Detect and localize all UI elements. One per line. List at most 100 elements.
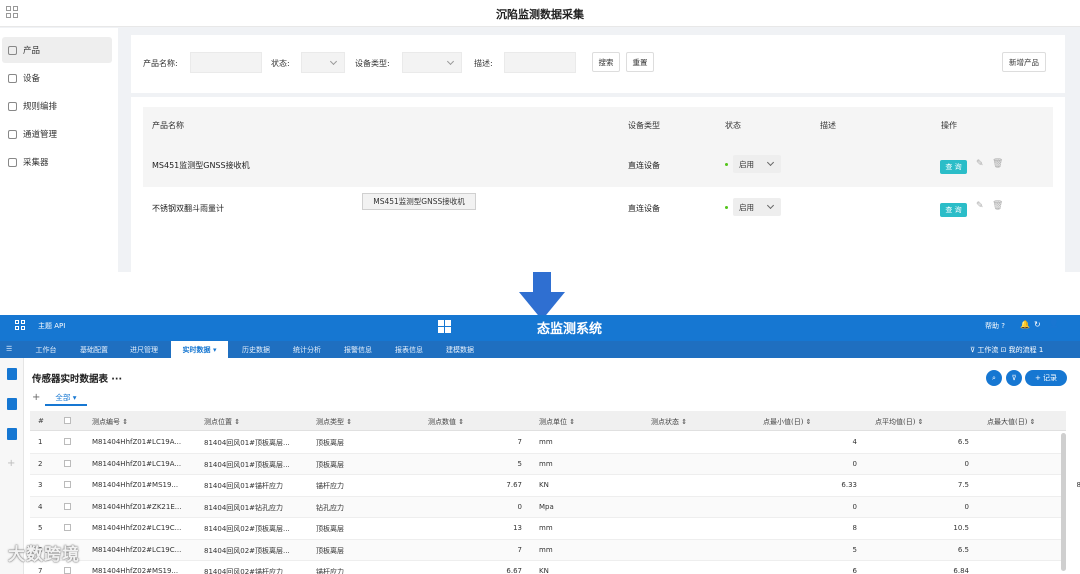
min-cell: 8	[852, 524, 857, 532]
menu-icon[interactable]: ☰	[6, 345, 12, 353]
edit-icon[interactable]: ✎	[976, 159, 984, 169]
query-button[interactable]: 查 询	[940, 160, 967, 174]
row-checkbox[interactable]	[64, 524, 71, 531]
plus-icon[interactable]: +	[7, 458, 15, 469]
unit-cell: mm	[539, 459, 553, 468]
table-row[interactable]: 4 M81404HhfZ01#ZK21E... 81404回风01#钻孔应力 钻孔应力…	[30, 496, 1066, 518]
app-grid-icon[interactable]	[15, 320, 25, 330]
avg-cell: 6.5	[957, 438, 969, 446]
status-select[interactable]	[301, 52, 345, 73]
table-row[interactable]: 7 M81404HhfZ02#MS19... 81404回风02#锚杆应力 锚杆应力 6…	[30, 561, 1066, 574]
row-checkbox[interactable]	[64, 481, 71, 488]
sidebar-item-device[interactable]: 设备	[2, 65, 112, 91]
tab-progress[interactable]: 进尺管理	[122, 341, 166, 358]
workflow-links[interactable]: ⊽ 工作流 ⊡ 我的流程 1	[970, 345, 1043, 355]
status-dropdown[interactable]: 启用	[733, 198, 781, 216]
code-cell: M81404HhfZ02#LC19C...	[92, 524, 182, 532]
header-min[interactable]: 点最小值(日) ⇕	[763, 417, 812, 427]
query-button[interactable]: 查 询	[940, 203, 967, 217]
tab-all[interactable]: 全部 ▾	[45, 392, 87, 406]
code-cell: M81404HhfZ01#LC19A...	[92, 438, 182, 446]
table-row[interactable]: 6 M81404HhfZ02#LC19C... 81404回风02#顶板离层... 顶…	[30, 539, 1066, 561]
theme-label[interactable]: 主题 API	[38, 321, 65, 331]
filter-icon[interactable]: ⊽	[1006, 370, 1022, 386]
header-unit[interactable]: 测点单位 ⇕	[539, 417, 575, 427]
header-max[interactable]: 点最大值(日) ⇕	[987, 417, 1036, 427]
top-header: 沉陷监测数据采集	[0, 0, 1080, 27]
row-index: 5	[38, 524, 43, 532]
reset-button[interactable]: 重置	[626, 52, 654, 72]
table-row[interactable]: 3 M81404HhfZ01#MS19... 81404回风01#锚杆应力 锚杆应力 7…	[30, 475, 1080, 497]
desc-input[interactable]	[504, 52, 576, 73]
table-row[interactable]: 2 M81404HhfZ01#LC19A... 81404回风01#顶板离层... 顶…	[30, 453, 1066, 475]
code-cell: M81404HhfZ02#LC19C...	[92, 545, 182, 554]
unit-cell: mm	[539, 438, 553, 446]
search-button[interactable]: 搜索	[592, 52, 620, 72]
avg-cell: 0	[964, 459, 969, 468]
header-position[interactable]: 测点位置 ⇕	[204, 417, 240, 427]
position-cell: 81404回风01#锚杆应力	[204, 482, 284, 490]
position-cell: 81404回风01#顶板离层...	[204, 439, 290, 447]
tab-workbench[interactable]: 工作台	[28, 341, 64, 358]
sidebar-item-rule[interactable]: 规则编排	[2, 93, 112, 119]
table-row	[143, 141, 1053, 187]
product-table: 产品名称 设备类型 状态 描述 操作 MS451监测型GNSS接收机 直连设备 …	[131, 97, 1065, 272]
edit-icon[interactable]: ✎	[976, 201, 984, 211]
document-icon[interactable]	[7, 398, 17, 410]
tab-realtime-data[interactable]: 实时数据 ▾	[171, 341, 228, 358]
table-row[interactable]: 5 M81404HhfZ02#LC19C... 81404回风02#顶板离层... 顶…	[30, 518, 1066, 540]
system-title[interactable]: 态监测系统	[537, 318, 602, 337]
row-index: 1	[38, 438, 43, 446]
search-icon[interactable]: ⌕	[986, 370, 1002, 386]
header-type[interactable]: 测点类型 ⇕	[316, 417, 352, 427]
device-type-cell: 直连设备	[628, 204, 660, 213]
sidebar-item-collector[interactable]: 采集器	[2, 149, 112, 175]
add-product-button[interactable]: 新增产品	[1002, 52, 1046, 72]
header-value[interactable]: 测点数值 ⇕	[428, 417, 464, 427]
table-title: 传感器实时数据表 ···	[32, 374, 123, 385]
windows-icon	[438, 320, 451, 333]
table-row[interactable]: 1 M81404HhfZ01#LC19A... 81404回风01#顶板离层... 顶…	[30, 432, 1066, 454]
scrollbar[interactable]	[1061, 433, 1066, 571]
tab-history-data[interactable]: 历史数据	[234, 341, 278, 358]
header-code[interactable]: 测点编号 ⇕	[92, 417, 128, 427]
row-checkbox[interactable]	[64, 567, 71, 574]
header-avg[interactable]: 点平均值(日) ⇕	[875, 417, 924, 427]
tab-base-config[interactable]: 基础配置	[72, 341, 116, 358]
add-record-button[interactable]: + 记录	[1025, 370, 1067, 386]
tooltip: MS451监测型GNSS接收机	[362, 193, 476, 210]
device-type-select[interactable]	[402, 52, 462, 73]
tab-reports[interactable]: 报表信息	[387, 341, 431, 358]
refresh-icon[interactable]: ↻	[1034, 320, 1041, 329]
trash-icon[interactable]: 🗑	[992, 159, 1003, 169]
row-checkbox[interactable]	[64, 459, 71, 467]
type-cell: 顶板离层	[316, 439, 344, 447]
device-type-cell: 直连设备	[628, 161, 660, 170]
header-product-name: 产品名称	[152, 121, 184, 130]
add-tab-icon[interactable]: +	[32, 392, 40, 403]
min-cell: 5	[852, 545, 857, 554]
tab-statistics[interactable]: 统计分析	[285, 341, 329, 358]
trash-icon[interactable]: 🗑	[992, 201, 1003, 211]
status-dropdown[interactable]: 启用	[733, 155, 781, 173]
value-cell: 7.67	[506, 481, 522, 489]
row-checkbox[interactable]	[64, 438, 71, 445]
desc-label: 描述:	[474, 59, 493, 68]
code-cell: M81404HhfZ01#LC19A...	[92, 459, 182, 468]
unit-cell: KN	[539, 481, 549, 489]
tab-modeling[interactable]: 建模数据	[438, 341, 482, 358]
header-status[interactable]: 测点状态 ⇕	[651, 417, 687, 427]
sidebar-item-product[interactable]: 产品	[2, 37, 112, 63]
product-name-input[interactable]	[190, 52, 262, 73]
user-icon[interactable]: 👤	[1048, 319, 1059, 329]
sidebar-item-channel[interactable]: 通道管理	[2, 121, 112, 147]
tab-alarms[interactable]: 报警信息	[336, 341, 380, 358]
sensor-monitor-screen: 主题 API 态监测系统 帮助 ? 🔔 ↻ 👤 ☰ 工作台 基础配置 进尺管理 …	[0, 315, 1080, 574]
row-checkbox[interactable]	[64, 502, 71, 510]
bell-icon[interactable]: 🔔	[1020, 320, 1030, 329]
document-icon[interactable]	[7, 368, 17, 380]
help-link[interactable]: 帮助 ?	[985, 321, 1005, 331]
document-icon[interactable]	[7, 428, 17, 440]
select-all-checkbox[interactable]	[64, 417, 71, 424]
min-cell: 6.33	[841, 481, 857, 489]
